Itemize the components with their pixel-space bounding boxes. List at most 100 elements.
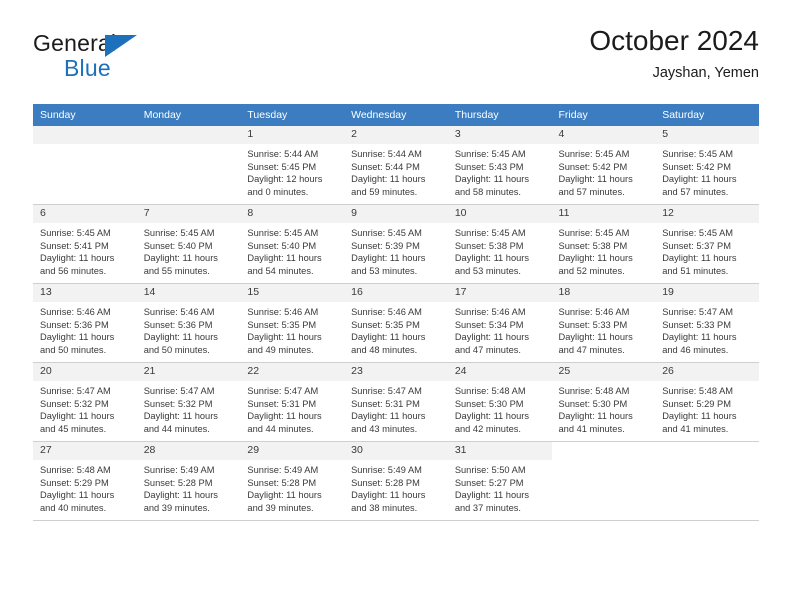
calendar-day-cell[interactable]: 23 Sunrise: 5:47 AM Sunset: 5:31 PM Dayligh…: [344, 362, 448, 442]
daylight-text: Daylight: 11 hours and 40 minutes.: [40, 490, 115, 513]
daylight-text: Daylight: 11 hours and 38 minutes.: [351, 490, 426, 513]
sunrise-text: Sunrise: 5:47 AM: [247, 386, 319, 396]
day-number: 15: [240, 284, 345, 302]
calendar-day-cell[interactable]: 13 Sunrise: 5:46 AM Sunset: 5:36 PM Dayligh…: [33, 283, 137, 363]
sunset-text: Sunset: 5:35 PM: [247, 319, 317, 330]
calendar-day-cell[interactable]: 22 Sunrise: 5:47 AM Sunset: 5:31 PM Dayligh…: [240, 362, 345, 442]
calendar-day-cell[interactable]: 29 Sunrise: 5:49 AM Sunset: 5:28 PM Dayligh…: [240, 441, 345, 521]
sunset-text: Sunset: 5:39 PM: [351, 240, 420, 251]
day-details: Sunrise: 5:48 AM Sunset: 5:30 PM Daylight:…: [552, 381, 656, 435]
sunset-text: Sunset: 5:42 PM: [662, 161, 731, 172]
sunset-text: Sunset: 5:35 PM: [351, 319, 420, 330]
day-number: [551, 442, 656, 460]
sunrise-text: Sunrise: 5:49 AM: [247, 465, 319, 475]
general-blue-logo[interactable]: General Blue: [33, 30, 233, 88]
calendar-day-cell[interactable]: 8 Sunrise: 5:45 AM Sunset: 5:40 PM Daylight…: [240, 204, 345, 284]
sunrise-text: Sunrise: 5:45 AM: [662, 228, 734, 238]
calendar-day-cell[interactable]: 28 Sunrise: 5:49 AM Sunset: 5:28 PM Dayligh…: [136, 441, 241, 521]
sunrise-text: Sunrise: 5:46 AM: [143, 307, 215, 317]
calendar-table: Sunday Monday Tuesday Wednesday Thursday Frid…: [33, 104, 759, 521]
calendar-cell-empty: [551, 441, 656, 521]
page-title: October 2024: [589, 25, 759, 56]
calendar-day-cell[interactable]: 11 Sunrise: 5:45 AM Sunset: 5:38 PM Dayligh…: [551, 204, 656, 284]
sunrise-text: Sunrise: 5:46 AM: [40, 307, 111, 317]
calendar-day-cell[interactable]: 12 Sunrise: 5:45 AM Sunset: 5:37 PM Dayligh…: [655, 204, 759, 284]
daylight-text: Daylight: 11 hours and 59 minutes.: [351, 174, 426, 197]
sunrise-text: Sunrise: 5:45 AM: [351, 228, 422, 238]
weekday-header-thursday: Thursday: [447, 104, 552, 126]
day-details: Sunrise: 5:48 AM Sunset: 5:30 PM Daylight:…: [448, 381, 552, 435]
calendar-day-cell[interactable]: 1 Sunrise: 5:44 AM Sunset: 5:45 PM Daylight…: [240, 126, 345, 205]
calendar-day-cell[interactable]: 17 Sunrise: 5:46 AM Sunset: 5:34 PM Dayligh…: [447, 283, 552, 363]
calendar-week-row: 6 Sunrise: 5:45 AM Sunset: 5:41 PM Daylight…: [33, 204, 759, 284]
sunrise-text: Sunrise: 5:47 AM: [40, 386, 111, 396]
sunrise-text: Sunrise: 5:49 AM: [143, 465, 215, 475]
sunset-text: Sunset: 5:32 PM: [40, 398, 109, 409]
calendar-day-cell[interactable]: 2 Sunrise: 5:44 AM Sunset: 5:44 PM Daylight…: [344, 126, 448, 205]
sunrise-text: Sunrise: 5:48 AM: [558, 386, 630, 396]
day-details: Sunrise: 5:47 AM Sunset: 5:31 PM Daylight:…: [240, 381, 344, 435]
sunset-text: Sunset: 5:36 PM: [143, 319, 213, 330]
daylight-text: Daylight: 11 hours and 57 minutes.: [558, 174, 633, 197]
calendar-day-cell[interactable]: 6 Sunrise: 5:45 AM Sunset: 5:41 PM Daylight…: [33, 204, 137, 284]
triangle-icon: [105, 35, 137, 57]
day-number: [136, 126, 241, 144]
calendar-day-cell[interactable]: 3 Sunrise: 5:45 AM Sunset: 5:43 PM Daylight…: [447, 126, 552, 205]
calendar-day-cell[interactable]: 20 Sunrise: 5:47 AM Sunset: 5:32 PM Dayligh…: [33, 362, 137, 442]
daylight-text: Daylight: 11 hours and 55 minutes.: [143, 253, 218, 276]
sunrise-text: Sunrise: 5:46 AM: [247, 307, 319, 317]
day-number: 29: [240, 442, 345, 460]
weekday-header-friday: Friday: [551, 104, 656, 126]
daylight-text: Daylight: 11 hours and 45 minutes.: [40, 411, 115, 434]
day-details: Sunrise: 5:45 AM Sunset: 5:38 PM Daylight:…: [552, 223, 656, 277]
calendar-day-cell[interactable]: 21 Sunrise: 5:47 AM Sunset: 5:32 PM Dayligh…: [136, 362, 241, 442]
calendar-day-cell[interactable]: 9 Sunrise: 5:45 AM Sunset: 5:39 PM Daylight…: [344, 204, 448, 284]
day-number: 30: [344, 442, 448, 460]
title-block: October 2024 Jayshan, Yemen: [589, 24, 759, 84]
sunrise-text: Sunrise: 5:46 AM: [558, 307, 630, 317]
calendar-day-cell[interactable]: 14 Sunrise: 5:46 AM Sunset: 5:36 PM Dayligh…: [136, 283, 241, 363]
daylight-text: Daylight: 11 hours and 48 minutes.: [351, 332, 426, 355]
day-number: 9: [344, 205, 448, 223]
day-details: Sunrise: 5:46 AM Sunset: 5:36 PM Daylight:…: [137, 302, 241, 356]
calendar-day-cell[interactable]: 27 Sunrise: 5:48 AM Sunset: 5:29 PM Dayligh…: [33, 441, 137, 521]
calendar-day-cell[interactable]: 16 Sunrise: 5:46 AM Sunset: 5:35 PM Dayligh…: [344, 283, 448, 363]
calendar-header-row: Sunday Monday Tuesday Wednesday Thursday Frid…: [33, 104, 759, 126]
day-number: 26: [655, 363, 759, 381]
calendar-day-cell[interactable]: 30 Sunrise: 5:49 AM Sunset: 5:28 PM Dayligh…: [344, 441, 448, 521]
weekday-header-wednesday: Wednesday: [344, 104, 448, 126]
day-number: 28: [136, 442, 241, 460]
daylight-text: Daylight: 11 hours and 53 minutes.: [454, 253, 530, 276]
daylight-text: Daylight: 11 hours and 51 minutes.: [662, 253, 737, 276]
sunset-text: Sunset: 5:38 PM: [558, 240, 628, 251]
calendar-day-cell[interactable]: 25 Sunrise: 5:48 AM Sunset: 5:30 PM Dayligh…: [551, 362, 656, 442]
calendar-day-cell[interactable]: 31 Sunrise: 5:50 AM Sunset: 5:27 PM Dayligh…: [447, 441, 552, 521]
calendar-day-cell[interactable]: 10 Sunrise: 5:45 AM Sunset: 5:38 PM Dayligh…: [447, 204, 552, 284]
calendar-day-cell[interactable]: 26 Sunrise: 5:48 AM Sunset: 5:29 PM Dayligh…: [655, 362, 759, 442]
calendar-day-cell[interactable]: 24 Sunrise: 5:48 AM Sunset: 5:30 PM Dayligh…: [447, 362, 552, 442]
day-details: Sunrise: 5:46 AM Sunset: 5:36 PM Daylight:…: [33, 302, 137, 356]
sunrise-text: Sunrise: 5:50 AM: [454, 465, 526, 475]
calendar-day-cell[interactable]: 15 Sunrise: 5:46 AM Sunset: 5:35 PM Dayligh…: [240, 283, 345, 363]
day-details: Sunrise: 5:48 AM Sunset: 5:29 PM Daylight:…: [33, 460, 137, 514]
day-number: 23: [344, 363, 448, 381]
calendar-day-cell[interactable]: 7 Sunrise: 5:45 AM Sunset: 5:40 PM Daylight…: [136, 204, 241, 284]
daylight-text: Daylight: 11 hours and 41 minutes.: [558, 411, 633, 434]
daylight-text: Daylight: 11 hours and 44 minutes.: [143, 411, 218, 434]
calendar-day-cell[interactable]: 18 Sunrise: 5:46 AM Sunset: 5:33 PM Dayligh…: [551, 283, 656, 363]
calendar-day-cell[interactable]: 4 Sunrise: 5:45 AM Sunset: 5:42 PM Daylight…: [551, 126, 656, 205]
sunset-text: Sunset: 5:43 PM: [454, 161, 524, 172]
day-number: 24: [447, 363, 552, 381]
day-details: Sunrise: 5:44 AM Sunset: 5:44 PM Daylight:…: [344, 144, 448, 198]
sunset-text: Sunset: 5:29 PM: [662, 398, 731, 409]
sunset-text: Sunset: 5:40 PM: [247, 240, 317, 251]
day-number: 17: [447, 284, 552, 302]
day-details: Sunrise: 5:49 AM Sunset: 5:28 PM Daylight:…: [240, 460, 344, 514]
daylight-text: Daylight: 11 hours and 53 minutes.: [351, 253, 426, 276]
daylight-text: Daylight: 11 hours and 49 minutes.: [247, 332, 322, 355]
calendar-day-cell[interactable]: 19 Sunrise: 5:47 AM Sunset: 5:33 PM Dayligh…: [655, 283, 759, 363]
day-details: Sunrise: 5:45 AM Sunset: 5:40 PM Daylight:…: [137, 223, 241, 277]
sunset-text: Sunset: 5:38 PM: [454, 240, 524, 251]
day-details: Sunrise: 5:49 AM Sunset: 5:28 PM Daylight:…: [344, 460, 448, 514]
calendar-day-cell[interactable]: 5 Sunrise: 5:45 AM Sunset: 5:42 PM Daylight…: [655, 126, 759, 205]
